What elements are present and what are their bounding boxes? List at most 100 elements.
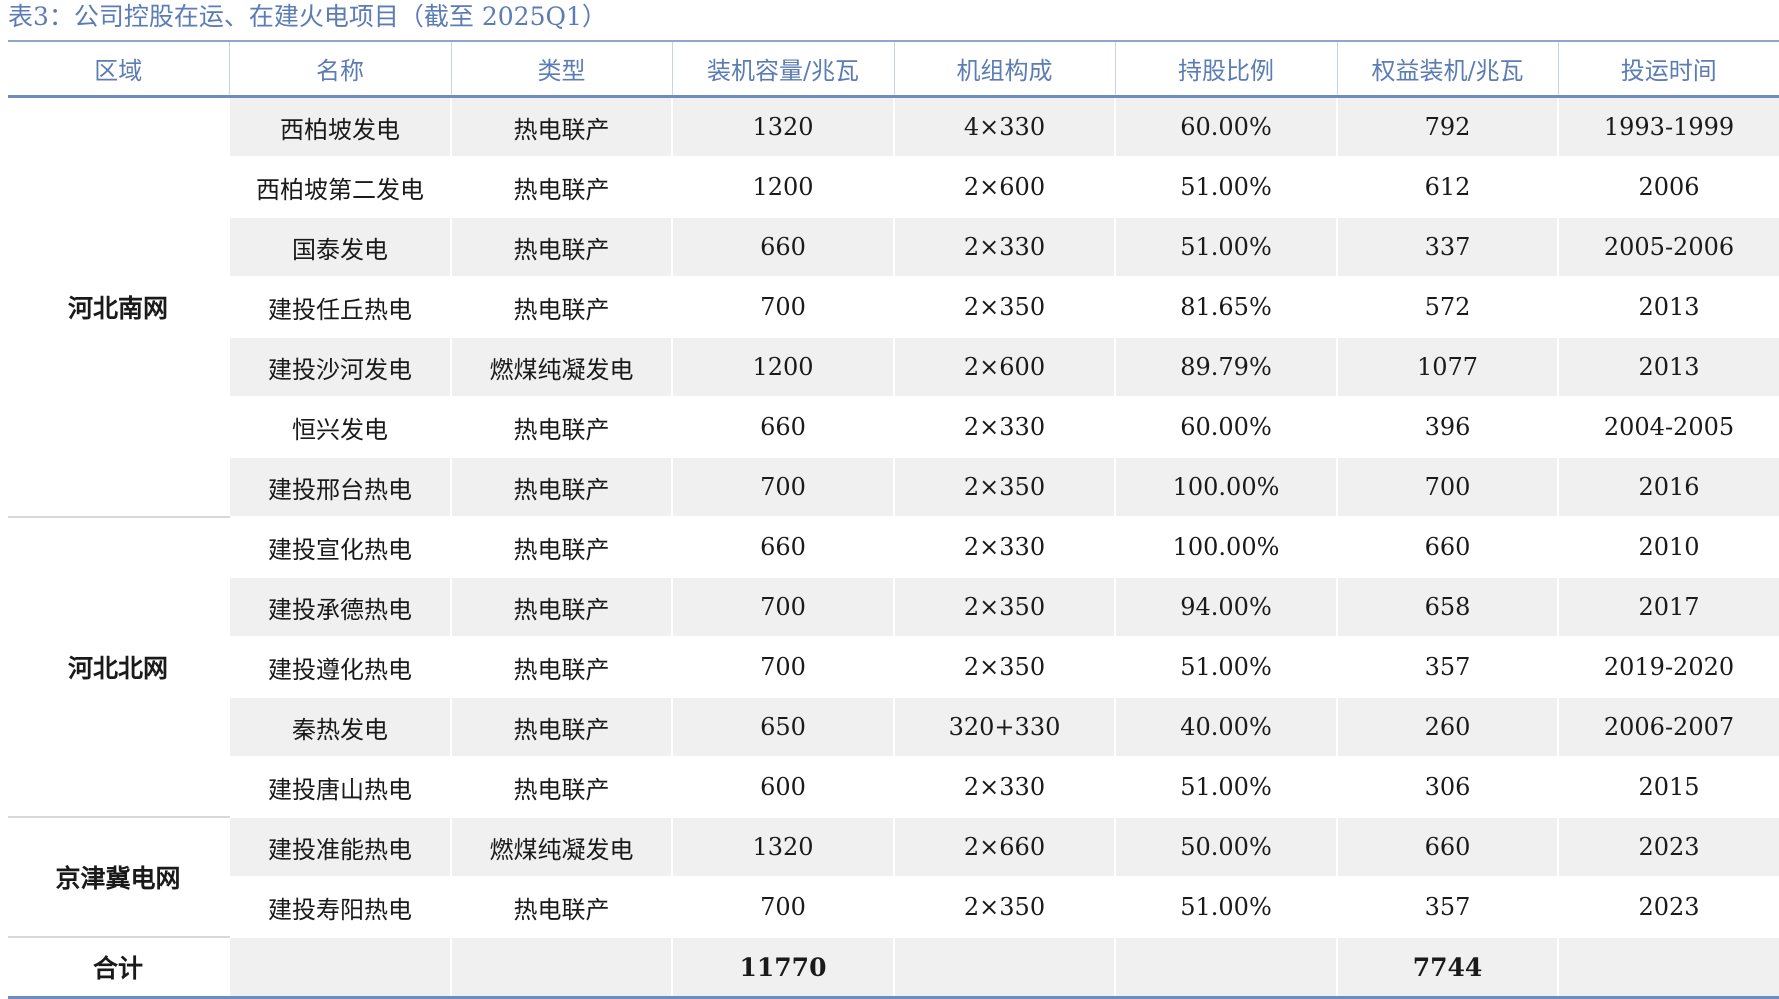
unit-composition-cell: 2×330 (893, 217, 1115, 278)
unit-composition-cell: 2×330 (893, 397, 1115, 458)
shareholding-cell: 100.00% (1114, 517, 1337, 578)
capacity-cell: 650 (671, 697, 894, 758)
total-capacity: 11770 (671, 936, 894, 999)
commission-time-cell: 2015 (1557, 757, 1779, 818)
equity-capacity-cell: 357 (1336, 877, 1558, 938)
project-type-cell: 热电联产 (450, 877, 672, 938)
table-caption: 表3：公司控股在运、在建火电项目（截至 2025Q1） (8, 2, 607, 31)
header-shareholding: 持股比例 (1114, 40, 1337, 98)
equity-capacity-cell: 658 (1336, 577, 1558, 638)
shareholding-cell: 81.65% (1114, 277, 1337, 338)
table-row: 建投任丘热电 热电联产 700 2×350 81.65% 572 2013 (8, 277, 1779, 338)
unit-composition-cell: 2×600 (893, 337, 1115, 398)
table-row: 建投唐山热电 热电联产 600 2×330 51.00% 306 2015 (8, 757, 1779, 818)
total-unit-empty (893, 936, 1115, 999)
unit-composition-cell: 2×350 (893, 457, 1115, 518)
total-name-empty (228, 936, 451, 999)
header-type: 类型 (450, 40, 672, 98)
shareholding-cell: 51.00% (1114, 157, 1337, 218)
table-row: 国泰发电 热电联产 660 2×330 51.00% 337 2005-2006 (8, 217, 1779, 278)
shareholding-cell: 89.79% (1114, 337, 1337, 398)
project-name-cell: 建投任丘热电 (228, 277, 451, 338)
header-equity-capacity: 权益装机/兆瓦 (1336, 40, 1558, 98)
unit-composition-cell: 2×350 (893, 637, 1115, 698)
header-region: 区域 (8, 40, 229, 98)
equity-capacity-cell: 612 (1336, 157, 1558, 218)
table-row: 建投邢台热电 热电联产 700 2×350 100.00% 700 2016 (8, 457, 1779, 518)
project-name-cell: 建投承德热电 (228, 577, 451, 638)
project-name-cell: 建投遵化热电 (228, 637, 451, 698)
project-type-cell: 热电联产 (450, 217, 672, 278)
project-name-cell: 国泰发电 (228, 217, 451, 278)
table-row: 秦热发电 热电联产 650 320+330 40.00% 260 2006-2007 (8, 697, 1779, 758)
equity-capacity-cell: 260 (1336, 697, 1558, 758)
unit-composition-cell: 2×350 (893, 877, 1115, 938)
equity-capacity-cell: 660 (1336, 517, 1558, 578)
header-commission-time: 投运时间 (1557, 40, 1779, 98)
equity-capacity-cell: 337 (1336, 217, 1558, 278)
project-name-cell: 秦热发电 (228, 697, 451, 758)
unit-composition-cell: 2×330 (893, 757, 1115, 818)
project-name-cell: 建投唐山热电 (228, 757, 451, 818)
project-name-cell: 恒兴发电 (228, 397, 451, 458)
unit-composition-cell: 2×600 (893, 157, 1115, 218)
shareholding-cell: 60.00% (1114, 96, 1337, 158)
project-type-cell: 热电联产 (450, 96, 672, 158)
project-type-cell: 热电联产 (450, 397, 672, 458)
project-type-cell: 热电联产 (450, 157, 672, 218)
project-type-cell: 燃煤纯凝发电 (450, 337, 672, 398)
project-type-cell: 燃煤纯凝发电 (450, 817, 672, 878)
equity-capacity-cell: 792 (1336, 96, 1558, 158)
commission-time-cell: 2019-2020 (1557, 637, 1779, 698)
unit-composition-cell: 2×350 (893, 577, 1115, 638)
project-name-cell: 建投寿阳热电 (228, 877, 451, 938)
unit-composition-cell: 2×350 (893, 277, 1115, 338)
region-cell: 河北北网 (8, 517, 229, 818)
commission-time-cell: 2016 (1557, 457, 1779, 518)
commission-time-cell: 1993-1999 (1557, 96, 1779, 158)
project-type-cell: 热电联产 (450, 637, 672, 698)
commission-time-cell: 2023 (1557, 817, 1779, 878)
capacity-cell: 700 (671, 457, 894, 518)
project-name-cell: 西柏坡发电 (228, 96, 451, 158)
project-type-cell: 热电联产 (450, 697, 672, 758)
capacity-cell: 660 (671, 517, 894, 578)
capacity-cell: 660 (671, 397, 894, 458)
project-type-cell: 热电联产 (450, 577, 672, 638)
capacity-cell: 700 (671, 577, 894, 638)
header-capacity: 装机容量/兆瓦 (671, 40, 894, 98)
commission-time-cell: 2004-2005 (1557, 397, 1779, 458)
project-type-cell: 热电联产 (450, 457, 672, 518)
commission-time-cell: 2017 (1557, 577, 1779, 638)
thermal-power-projects-table: 区域 名称 类型 装机容量/兆瓦 机组构成 持股比例 权益装机/兆瓦 投运时间 … (8, 40, 1779, 999)
project-type-cell: 热电联产 (450, 277, 672, 338)
table-row: 建投沙河发电 燃煤纯凝发电 1200 2×600 89.79% 1077 2013 (8, 337, 1779, 398)
equity-capacity-cell: 700 (1336, 457, 1558, 518)
commission-time-cell: 2006 (1557, 157, 1779, 218)
capacity-cell: 700 (671, 277, 894, 338)
project-name-cell: 建投邢台热电 (228, 457, 451, 518)
table-row: 河北北网 建投宣化热电 热电联产 660 2×330 100.00% 660 2010 (8, 517, 1779, 818)
commission-time-cell: 2006-2007 (1557, 697, 1779, 758)
region-cell: 京津冀电网 (8, 817, 229, 938)
table-row: 西柏坡第二发电 热电联产 1200 2×600 51.00% 612 2006 (8, 157, 1779, 218)
table-row: 建投承德热电 热电联产 700 2×350 94.00% 658 2017 (8, 577, 1779, 638)
shareholding-cell: 60.00% (1114, 397, 1337, 458)
header-name: 名称 (228, 40, 451, 98)
commission-time-cell: 2010 (1557, 517, 1779, 578)
unit-composition-cell: 320+330 (893, 697, 1115, 758)
project-name-cell: 建投宣化热电 (228, 517, 451, 578)
unit-composition-cell: 2×660 (893, 817, 1115, 878)
header-unit-composition: 机组构成 (893, 40, 1115, 98)
region-cell: 河北南网 (8, 96, 229, 518)
equity-capacity-cell: 1077 (1336, 337, 1558, 398)
capacity-cell: 1200 (671, 337, 894, 398)
table-row: 建投遵化热电 热电联产 700 2×350 51.00% 357 2019-2020 (8, 637, 1779, 698)
capacity-cell: 700 (671, 877, 894, 938)
header-row: 区域 名称 类型 装机容量/兆瓦 机组构成 持股比例 权益装机/兆瓦 投运时间 (8, 40, 1779, 98)
equity-capacity-cell: 660 (1336, 817, 1558, 878)
table-row: 京津冀电网 建投准能热电 燃煤纯凝发电 1320 2×660 50.00% 660 2023 (8, 817, 1779, 938)
table-body: 河北南网 西柏坡发电 热电联产 1320 4×330 60.00% 792 1993-1999… (8, 96, 1779, 999)
unit-composition-cell: 4×330 (893, 96, 1115, 158)
total-time-empty (1557, 936, 1779, 999)
